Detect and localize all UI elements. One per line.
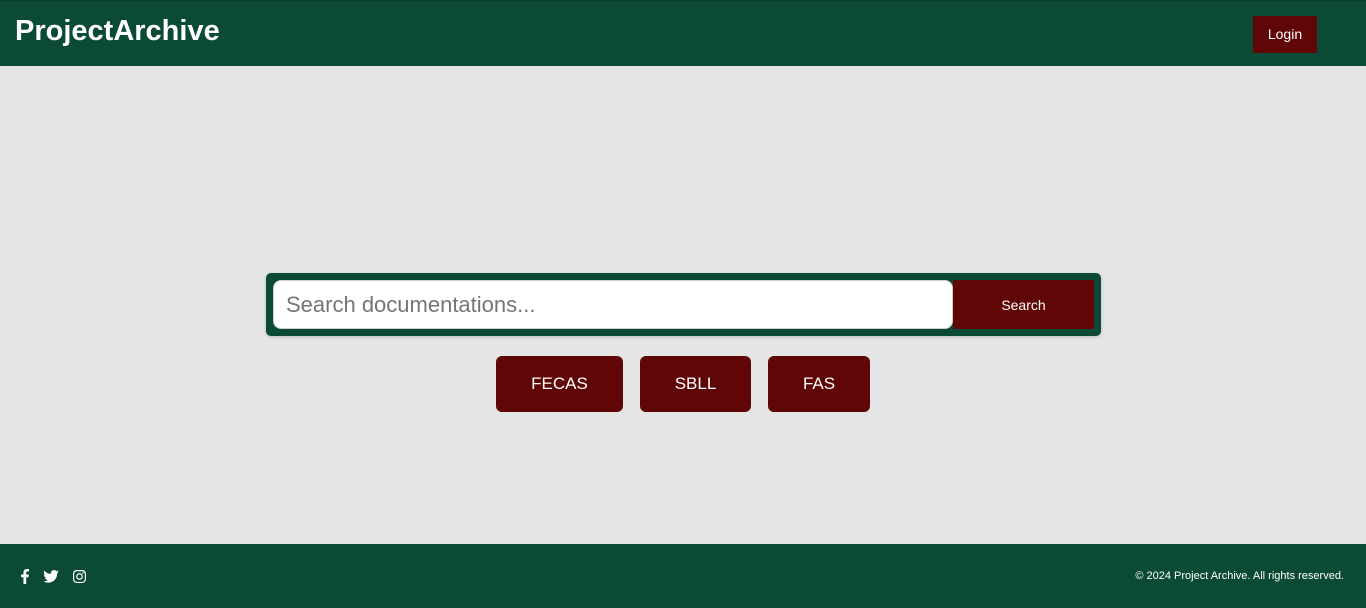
site-footer: © 2024 Project Archive. All rights reser… <box>0 544 1366 608</box>
login-button[interactable]: Login <box>1253 16 1317 53</box>
facebook-icon[interactable] <box>19 568 31 584</box>
search-button[interactable]: Search <box>953 280 1094 329</box>
instagram-icon[interactable] <box>71 568 87 584</box>
search-input[interactable] <box>273 280 953 329</box>
search-bar: Search <box>266 273 1101 336</box>
brand-logo[interactable]: ProjectArchive <box>15 14 220 48</box>
main-content: Search FECAS SBLL FAS <box>0 66 1366 544</box>
category-button-sbll[interactable]: SBLL <box>640 356 751 412</box>
copyright-text: © 2024 Project Archive. All rights reser… <box>1135 570 1344 582</box>
category-button-fecas[interactable]: FECAS <box>496 356 623 412</box>
category-button-fas[interactable]: FAS <box>768 356 870 412</box>
site-header: ProjectArchive Login <box>0 0 1366 66</box>
twitter-icon[interactable] <box>42 568 60 584</box>
